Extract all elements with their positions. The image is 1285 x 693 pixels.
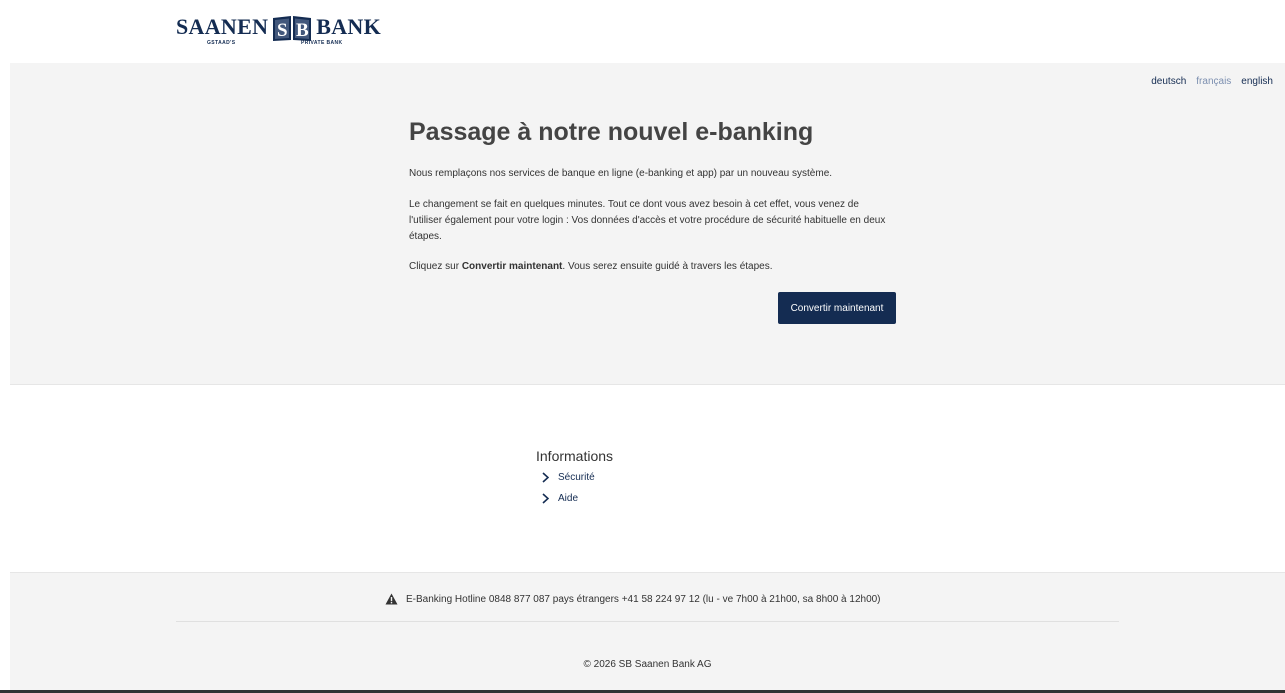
hotline-info: E-Banking Hotline 0848 877 087 pays étra… bbox=[385, 593, 881, 605]
chevron-right-icon bbox=[542, 492, 549, 504]
intro-paragraph: Nous remplaçons nos services de banque e… bbox=[409, 168, 833, 179]
logo-text-right: BANK bbox=[316, 14, 382, 39]
link-securite-label: Sécurité bbox=[558, 471, 595, 483]
svg-text:B: B bbox=[296, 20, 309, 41]
lang-english[interactable]: english bbox=[1241, 76, 1273, 87]
svg-text:S: S bbox=[277, 20, 288, 41]
logo[interactable]: SAANEN S B BANK GSTAAD'S PRIVATE BANK bbox=[176, 14, 381, 54]
logo-sb-mark: S B bbox=[273, 16, 312, 41]
logo-sub-left: GSTAAD'S bbox=[207, 40, 236, 46]
lang-francais[interactable]: français bbox=[1196, 76, 1231, 87]
warning-icon bbox=[385, 593, 398, 605]
language-switcher: deutsch français english bbox=[1151, 76, 1273, 87]
information-title: Informations bbox=[536, 448, 614, 464]
hotline-text: E-Banking Hotline 0848 877 087 pays étra… bbox=[406, 593, 881, 605]
footer-divider bbox=[176, 621, 1119, 622]
hero-section: deutsch français english Passage à notre… bbox=[10, 63, 1285, 385]
logo-sub-right: PRIVATE BANK bbox=[301, 40, 343, 46]
page-title: Passage à notre nouvel e-banking bbox=[409, 118, 814, 146]
instruction-bold: Convertir maintenant bbox=[461, 261, 563, 272]
instruction-prefix: Cliquez sur bbox=[409, 261, 462, 272]
header: SAANEN S B BANK GSTAAD'S PRIVATE BANK bbox=[0, 0, 1285, 63]
link-aide-label: Aide bbox=[558, 492, 579, 504]
logo-text-left: SAANEN bbox=[176, 14, 269, 39]
lang-deutsch[interactable]: deutsch bbox=[1151, 76, 1186, 87]
convert-now-button[interactable]: Convertir maintenant bbox=[778, 292, 896, 324]
instruction-paragraph: Cliquez sur Convertir maintenant. Vous s… bbox=[409, 259, 899, 275]
instruction-suffix: . Vous serez ensuite guidé à travers les… bbox=[562, 261, 773, 272]
link-aide[interactable]: Aide bbox=[536, 489, 613, 507]
footer: E-Banking Hotline 0848 877 087 pays étra… bbox=[10, 572, 1285, 690]
details-paragraph: Le changement se fait en quelques minute… bbox=[409, 199, 886, 242]
link-securite[interactable]: Sécurité bbox=[536, 468, 613, 486]
copyright: © 2026 SB Saanen Bank AG bbox=[583, 659, 712, 670]
main-content: Passage à notre nouvel e-banking Nous re… bbox=[409, 116, 899, 324]
information-section: Informations Sécurité Aide bbox=[536, 447, 613, 507]
chevron-right-icon bbox=[542, 471, 549, 483]
